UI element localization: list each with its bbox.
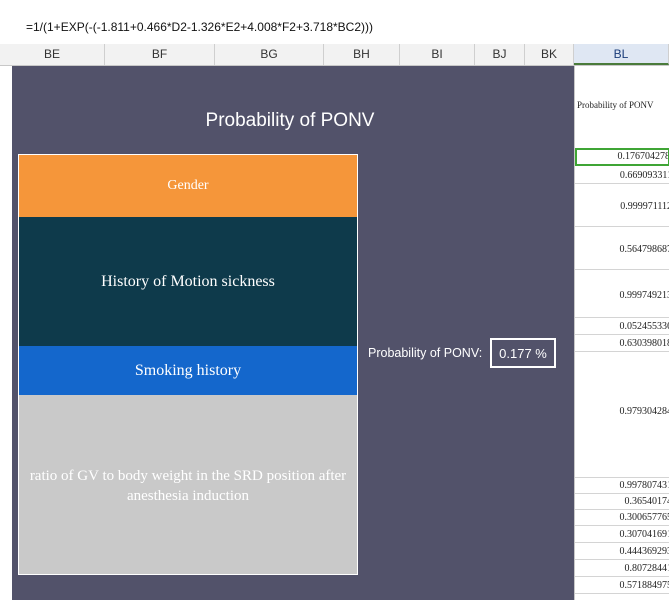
cell-value: 0.300657765 [619, 512, 669, 523]
cell-bl[interactable]: 0.669093311 [575, 166, 669, 184]
motion-sickness-section: History of Motion sickness [19, 217, 357, 346]
cell-value: 0.176704278 [617, 151, 669, 162]
cell-bl[interactable]: 0.999749213 [575, 270, 669, 318]
result-label: Probability of PONV: [368, 346, 483, 360]
column-header-bh[interactable]: BH [324, 44, 400, 65]
formula-bar[interactable]: =1/(1+EXP(-(-1.811+0.466*D2-1.326*E2+4.0… [0, 0, 669, 45]
cell-bl-active[interactable]: 0.176704278 [575, 148, 669, 166]
cell-value: 0.571884975 [619, 580, 669, 591]
smoking-history-section: Smoking history [19, 346, 357, 395]
factors-card: Gender History of Motion sickness Smokin… [18, 154, 358, 575]
cell-value: 0.564798687 [619, 244, 669, 255]
cell-value: 0.999749213 [619, 290, 669, 301]
column-header-bi[interactable]: BI [400, 44, 475, 65]
cell-value: 0.669093311 [619, 170, 669, 181]
cell-bl[interactable]: 0.564798687 [575, 227, 669, 270]
column-header-bl[interactable]: BL [574, 44, 669, 65]
cell-bl[interactable]: 0.80728441 [575, 560, 669, 577]
column-bl: Probability of PONV 0.176704278 0.669093… [574, 66, 669, 600]
formula-text[interactable]: =1/(1+EXP(-(-1.811+0.466*D2-1.326*E2+4.0… [26, 20, 373, 34]
cell-value: 0.630398018 [619, 338, 669, 349]
column-header-bj[interactable]: BJ [475, 44, 525, 65]
result-value-box[interactable]: 0.177 % [490, 338, 556, 368]
column-header-be[interactable]: BE [0, 44, 105, 65]
column-header-bg[interactable]: BG [215, 44, 324, 65]
panel-title: Probability of PONV [205, 110, 375, 131]
cell-bl[interactable]: 0.444369293 [575, 543, 669, 560]
column-header-bk[interactable]: BK [525, 44, 574, 65]
cell-bl[interactable]: 0.999971112 [575, 184, 669, 227]
column-header-row: BE BF BG BH BI BJ BK BL [0, 44, 669, 66]
cell-value: 0.307041691 [619, 529, 669, 540]
cell-value: 0.80728441 [624, 563, 669, 574]
cell-value: 0.444369293 [619, 546, 669, 557]
cell-bl[interactable]: 0.36540174 [575, 494, 669, 510]
cell-value: 0.999971112 [620, 201, 669, 212]
gv-ratio-section: ratio of GV to body weight in the SRD po… [19, 395, 357, 574]
gender-section: Gender [19, 155, 357, 217]
cell-bl[interactable]: 0.630398018 [575, 335, 669, 352]
cell-value: 0.979304284 [619, 406, 669, 417]
cell-bl[interactable]: 0.307041691 [575, 526, 669, 543]
cell-bl[interactable]: 0.997807431 [575, 478, 669, 494]
cell-bl[interactable]: 0.979304284 [575, 352, 669, 478]
cell-value: 0.052455336 [619, 321, 669, 332]
cell-value: 0.36540174 [624, 496, 669, 507]
cell-bl[interactable]: 0.300657765 [575, 510, 669, 526]
cell-value: 0.997807431 [619, 480, 669, 491]
column-header-bf[interactable]: BF [105, 44, 215, 65]
column-bl-header-cell[interactable]: Probability of PONV [577, 100, 654, 110]
cell-bl[interactable]: 0.571884975 [575, 577, 669, 594]
cell-bl[interactable]: 0.052455336 [575, 318, 669, 335]
